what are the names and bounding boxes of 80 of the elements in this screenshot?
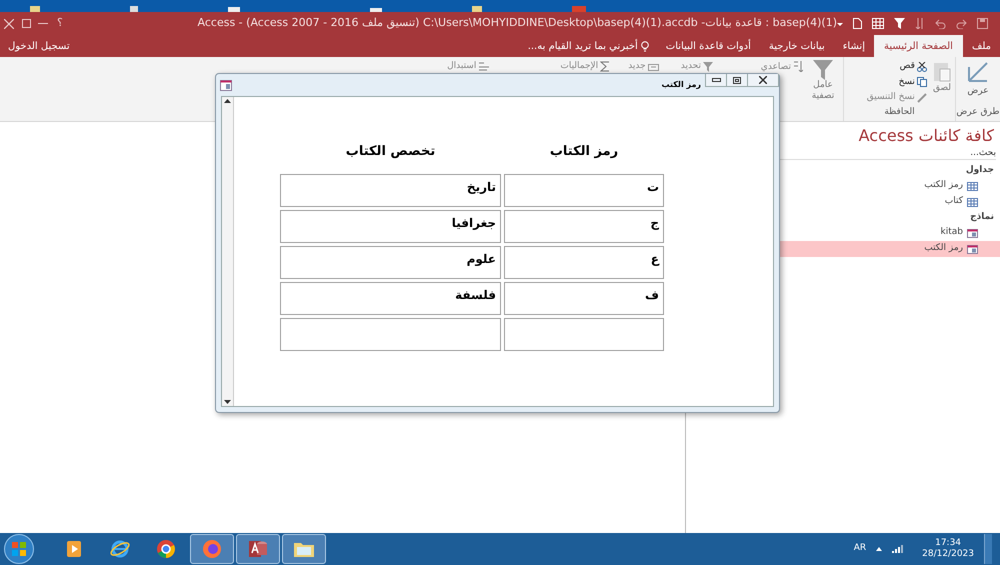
column-label: تخصص الكتاب	[344, 143, 436, 161]
group-label: طرق عرض	[956, 106, 1000, 118]
table-icon[interactable]	[872, 18, 884, 29]
caret-icon[interactable]	[876, 547, 882, 551]
replace-icon	[478, 61, 490, 72]
scroll-up-icon[interactable]	[224, 99, 231, 103]
sort-icon[interactable]	[915, 18, 925, 29]
navigation-item[interactable]: رمز الكتب	[686, 178, 1000, 194]
document-icon[interactable]	[853, 18, 862, 29]
table-icon	[967, 198, 978, 206]
group-label: الحافظة	[883, 106, 916, 118]
filter-icon[interactable]	[894, 18, 905, 29]
start-button[interactable]	[4, 534, 34, 564]
clock-date[interactable]: 28/12/2023	[922, 549, 974, 560]
browser-e-icon	[110, 539, 130, 559]
copy-icon[interactable]	[916, 77, 927, 88]
form-icon	[967, 244, 978, 254]
clock-time[interactable]: 17:34	[935, 538, 962, 549]
ribbon-tab[interactable]: بيانات خارجية	[760, 35, 834, 57]
ribbon-tab[interactable]: إنشاء	[834, 35, 874, 57]
help-button[interactable]: ؟	[52, 15, 68, 32]
database-a-icon	[248, 539, 268, 559]
table-icon	[967, 182, 978, 190]
folder-icon	[293, 540, 315, 558]
window-title: رمز الكتب	[662, 79, 701, 91]
sigma-icon	[600, 61, 610, 72]
text-box[interactable]: جغرافيا	[280, 210, 501, 242]
fox-globe-icon	[202, 539, 222, 559]
copy-button[interactable]: نسخ	[898, 76, 915, 89]
navigation-item[interactable]: كتاب	[686, 194, 1000, 210]
paste-button[interactable]: لصق	[932, 82, 951, 96]
redo-icon[interactable]	[956, 18, 967, 28]
text-box[interactable]: ج	[504, 210, 664, 242]
text-box[interactable]: ت	[504, 174, 664, 206]
form-icon	[967, 228, 978, 238]
signal-icon[interactable]	[892, 545, 904, 553]
text-box[interactable]: ع	[504, 246, 664, 278]
lightbulb-icon	[640, 40, 649, 52]
window-title: basep(4)(1) : قاعدة بيانات- C:\Users\MOHYIDDINE\Desktop\basep(4)(1).accdb (تنسيق ملف Access 2007 - 2016) - Access	[198, 15, 837, 32]
view-icon[interactable]	[967, 61, 989, 83]
form-icon	[220, 80, 232, 90]
sign-in-link[interactable]: تسجيل الدخول	[8, 38, 70, 54]
ribbon-tab[interactable]: أدوات قاعدة البيانات	[656, 35, 760, 57]
pane-title: كافة كائنات Access	[858, 126, 995, 146]
brush-icon[interactable]	[916, 92, 927, 103]
scroll-down-icon[interactable]	[224, 400, 231, 404]
text-box[interactable]: فلسفة	[280, 282, 501, 314]
view-button[interactable]: عرض	[967, 85, 989, 98]
show-desktop-button[interactable]	[984, 534, 992, 564]
taskbar-button[interactable]	[190, 534, 234, 564]
column-label: رمز الكتاب	[548, 143, 620, 161]
taskbar-button[interactable]	[282, 534, 326, 564]
sort-ascending-icon[interactable]	[793, 61, 803, 72]
scissors-icon[interactable]	[916, 62, 927, 72]
text-box[interactable]: علوم	[280, 246, 501, 278]
ribbon-tab[interactable]: الصفحة الرئيسية	[874, 35, 963, 57]
text-box[interactable]: تاريخ	[280, 174, 501, 206]
windows-logo-icon	[12, 542, 26, 556]
vertical-scrollbar[interactable]	[222, 97, 234, 406]
empty-text-box[interactable]	[280, 318, 501, 350]
text-box[interactable]: ف	[504, 282, 664, 314]
customize-icon[interactable]	[837, 21, 843, 26]
filter-button[interactable]: عامل تصفية	[808, 80, 838, 102]
language-indicator[interactable]: AR	[854, 542, 866, 556]
ribbon-tab[interactable]: ملف	[962, 35, 1000, 57]
tell-me-field[interactable]: أخبرني بما تريد القيام به...	[528, 38, 638, 54]
cut-button[interactable]: قص	[900, 60, 915, 74]
media-player-icon	[65, 540, 83, 558]
navigation-item[interactable]: kitab	[686, 225, 1000, 241]
save-icon[interactable]	[977, 18, 988, 29]
browser-circle-icon	[156, 539, 176, 559]
clipboard-icon[interactable]	[932, 60, 951, 82]
restore-icon	[733, 76, 741, 84]
close-icon	[759, 76, 767, 84]
minimize-icon	[712, 78, 720, 82]
empty-text-box[interactable]	[504, 318, 664, 350]
funnel-icon	[703, 62, 713, 72]
taskbar-button[interactable]	[236, 534, 280, 564]
new-record-icon	[648, 62, 659, 72]
undo-icon[interactable]	[935, 18, 946, 28]
